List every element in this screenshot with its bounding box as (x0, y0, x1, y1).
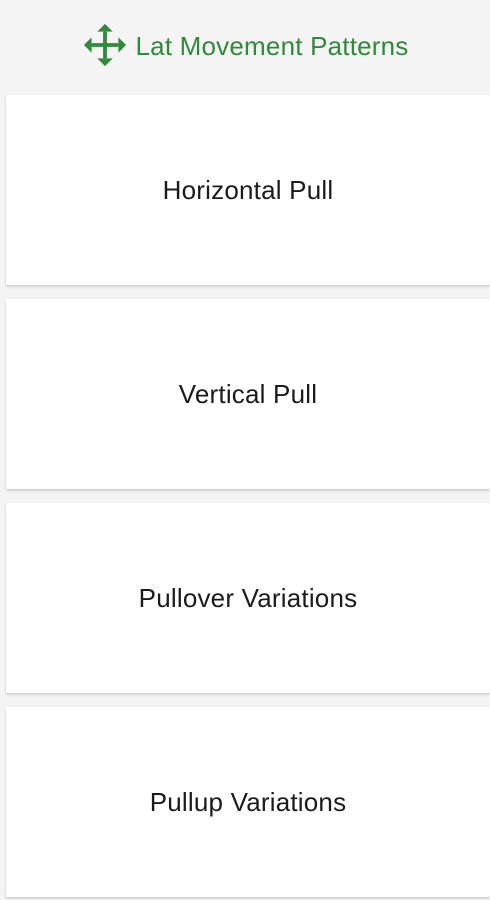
move-arrows-icon (82, 22, 128, 68)
list-item-label: Vertical Pull (178, 378, 318, 409)
list-item-label: Pullup Variations (149, 786, 347, 817)
list-item-label: Pullover Variations (138, 582, 358, 613)
list-item-vertical-pull[interactable]: Vertical Pull (6, 299, 490, 489)
page-title: Lat Movement Patterns (135, 31, 409, 61)
list-item-horizontal-pull[interactable]: Horizontal Pull (6, 95, 490, 285)
list-item-label: Horizontal Pull (162, 174, 334, 205)
app-header: Lat Movement Patterns (0, 0, 490, 90)
list-item-pullup-variations[interactable]: Pullup Variations (6, 707, 490, 897)
list-item-pullover-variations[interactable]: Pullover Variations (6, 503, 490, 693)
